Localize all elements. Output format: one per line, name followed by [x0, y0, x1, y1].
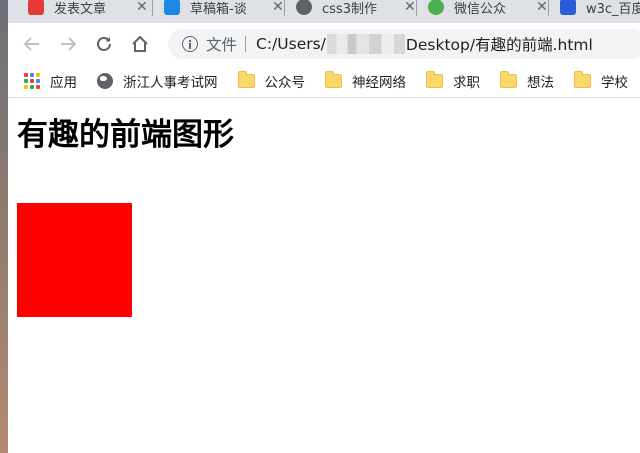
tab-divider: [152, 0, 153, 16]
arrow-left-icon: [23, 37, 39, 51]
bookmark-zhejiang-exam[interactable]: 浙江人事考试网: [97, 71, 218, 91]
toolbar: 文件 C:/Users/ Desktop/有趣的前端.html: [8, 23, 640, 65]
home-button[interactable]: [128, 32, 152, 56]
tab-divider: [548, 0, 549, 16]
tab-drafts[interactable]: 草稿箱-谈 ✕: [164, 0, 284, 20]
draft-icon: [164, 0, 180, 15]
desktop-background: [0, 0, 8, 453]
forward-button[interactable]: [56, 32, 80, 56]
globe-icon: [296, 0, 312, 15]
globe-icon: [97, 73, 113, 89]
bookmark-folder-official-account[interactable]: 公众号: [237, 71, 306, 91]
close-icon[interactable]: ✕: [404, 0, 416, 15]
tab-title: css3制作: [322, 1, 377, 17]
tab-w3c-baidu[interactable]: w3c_百度: [560, 0, 640, 20]
tab-title: 微信公众: [454, 1, 507, 17]
bookmark-folder-job[interactable]: 求职: [426, 71, 480, 91]
close-icon[interactable]: ✕: [536, 0, 548, 15]
tab-css3[interactable]: css3制作 ✕: [296, 0, 416, 20]
page-heading: 有趣的前端图形: [17, 117, 234, 153]
tab-divider: [416, 0, 417, 16]
bookmark-apps[interactable]: 应用: [24, 71, 77, 91]
bookmark-folder-neural-network[interactable]: 神经网络: [325, 71, 406, 91]
tab-wechat[interactable]: 微信公众 ✕: [428, 0, 548, 20]
folder-icon: [574, 71, 591, 88]
tab-title: w3c_百度: [586, 1, 640, 17]
redacted-username: [326, 34, 405, 54]
tab-title: 发表文章: [54, 1, 107, 17]
bookmark-label: 学校: [601, 75, 628, 91]
info-icon[interactable]: [182, 36, 198, 52]
bookmark-folder-school[interactable]: 学校: [574, 71, 628, 91]
page-content: 有趣的前端图形: [8, 117, 640, 317]
reload-icon: [97, 37, 111, 51]
tab-title: 草稿箱-谈: [190, 1, 247, 17]
close-icon[interactable]: ✕: [272, 0, 284, 15]
bookmark-label: 求职: [453, 75, 480, 91]
back-button[interactable]: [20, 32, 44, 56]
bookmark-label: 浙江人事考试网: [123, 75, 218, 91]
bookmark-label: 想法: [527, 75, 554, 91]
reload-button[interactable]: [92, 32, 116, 56]
wechat-icon: [428, 0, 444, 15]
baidu-icon: [560, 0, 576, 15]
tab-divider: [284, 0, 285, 16]
toutiao-icon: [28, 0, 44, 15]
bookmark-folder-ideas[interactable]: 想法: [500, 71, 554, 91]
apps-icon: [24, 73, 40, 89]
bookmark-label: 神经网络: [352, 75, 406, 91]
address-divider: [245, 36, 247, 52]
address-bar[interactable]: 文件 C:/Users/ Desktop/有趣的前端.html: [168, 29, 640, 59]
bookmark-label: 公众号: [264, 75, 306, 91]
tab-publish-article[interactable]: 发表文章 ✕: [28, 0, 148, 20]
browser-window: 发表文章 ✕ 草稿箱-谈 ✕ css3制作 ✕ 微信公众 ✕ w3c_百度 文件…: [8, 0, 640, 317]
home-icon: [132, 35, 148, 52]
folder-icon: [237, 71, 255, 88]
close-icon[interactable]: ✕: [136, 0, 148, 15]
tab-strip: 发表文章 ✕ 草稿箱-谈 ✕ css3制作 ✕ 微信公众 ✕ w3c_百度: [8, 0, 640, 23]
folder-icon: [500, 71, 517, 88]
folder-icon: [426, 71, 443, 88]
url-prefix: C:/Users/: [256, 35, 326, 53]
folder-icon: [325, 71, 342, 88]
red-square: [17, 203, 132, 317]
arrow-right-icon: [61, 37, 77, 51]
bookmarks-bar: 应用 浙江人事考试网 公众号 神经网络 求职 想法 学校: [8, 65, 640, 98]
url-suffix: Desktop/有趣的前端.html: [405, 36, 593, 54]
scheme-label: 文件: [206, 36, 238, 54]
bookmark-label: 应用: [50, 75, 77, 91]
